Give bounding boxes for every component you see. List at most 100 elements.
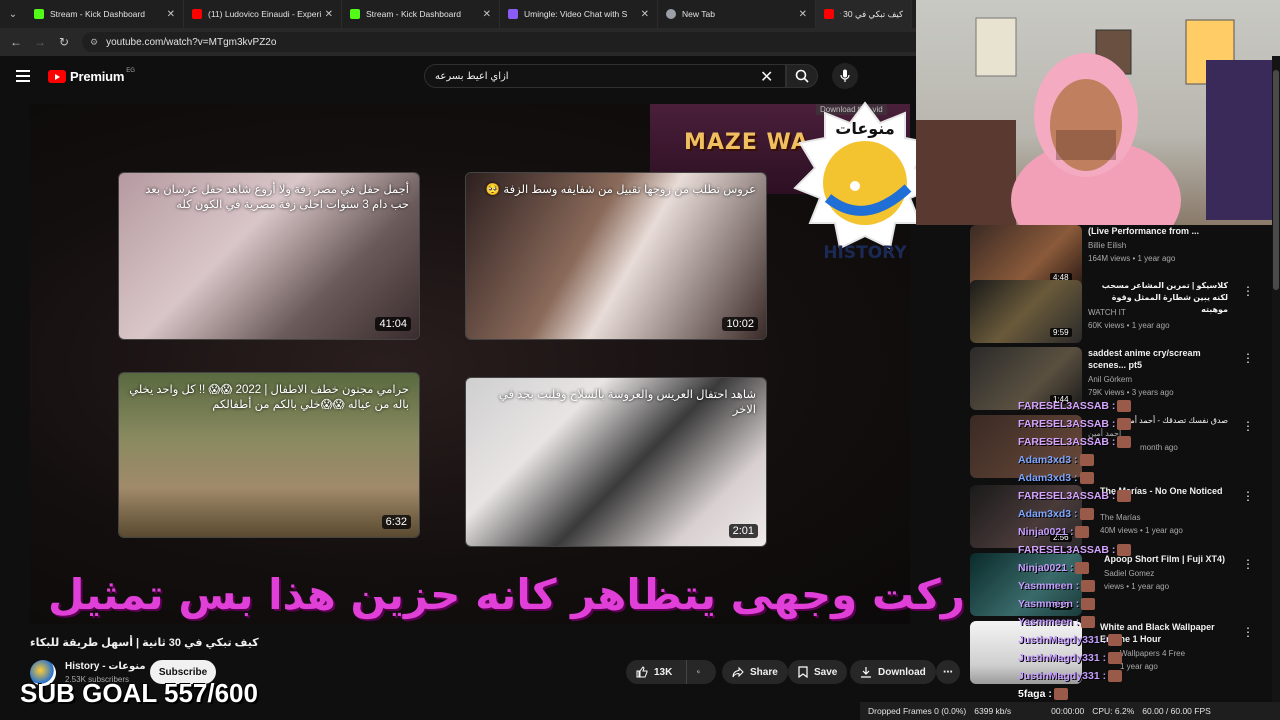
bitrate: 6399 kb/s <box>974 706 1012 716</box>
voice-search-button[interactable] <box>832 63 858 89</box>
more-vertical-icon[interactable]: ⋮ <box>1242 284 1254 298</box>
chat-username: FARESEL3ASSAB : <box>1018 400 1116 412</box>
search-button[interactable] <box>786 64 818 88</box>
close-tab-icon[interactable]: ✕ <box>641 9 649 20</box>
obs-status-bar: Dropped Frames 0 (0.0%) 6399 kb/s 00:00:… <box>860 702 1280 720</box>
more-vertical-icon[interactable]: ⋮ <box>1242 419 1254 433</box>
chat-message: Yasmmeen : <box>1018 598 1158 616</box>
back-arrow-icon[interactable]: ← <box>4 35 28 49</box>
chat-username: 5faga : <box>1018 688 1052 700</box>
chat-emote-icon <box>1117 544 1132 557</box>
chat-emote-icon <box>1075 562 1090 575</box>
clear-search-icon[interactable]: ✕ <box>760 67 773 87</box>
chat-username: Ninja0021 : <box>1018 526 1074 538</box>
chat-emote-icon <box>1117 400 1132 413</box>
chat-username: FARESEL3ASSAB : <box>1018 490 1116 502</box>
end-screen-video[interactable]: عروس تطلب من زوجها تقبيل من شفايفه وسط ا… <box>465 172 767 340</box>
search-input[interactable]: ازاي اعيط بسرعه <box>424 64 786 88</box>
chat-message: Yasmmeen : <box>1018 580 1158 598</box>
scrollbar-thumb[interactable] <box>1273 70 1279 290</box>
chat-username: Yasmmeen : <box>1018 616 1080 628</box>
chat-message: Adam3xd3 : <box>1018 472 1158 490</box>
browser-tab[interactable]: Stream - Kick Dashboard ✕ <box>26 0 184 28</box>
chat-emote-icon <box>1117 418 1132 431</box>
chat-emote-icon <box>1081 616 1096 629</box>
channel-name[interactable]: History - منوعات <box>65 661 146 672</box>
chat-message: JustinMagdy331 : <box>1018 634 1158 652</box>
chat-emote-icon <box>1108 652 1123 665</box>
browser-tab-active[interactable]: كيف تبكي في 30 ثانية <box>816 0 912 28</box>
chat-emote-icon <box>1108 634 1123 647</box>
chat-emote-icon <box>1108 670 1123 683</box>
address-bar[interactable]: ⚙ youtube.com/watch?v=MTgm3kvPZ2o <box>82 32 942 52</box>
youtube-favicon-icon <box>824 9 834 19</box>
chat-emote-icon <box>1081 598 1096 611</box>
video-player[interactable]: MAZE WA Download this vid أجمل حفل في مص… <box>30 104 910 624</box>
thumbs-down-icon <box>697 670 700 674</box>
chat-username: Yasmmeen : <box>1018 598 1080 610</box>
chat-message: FARESEL3ASSAB : <box>1018 436 1158 454</box>
end-screen-video[interactable]: شاهد احتفال العريس والعروسة بالسلاح وقلب… <box>465 377 767 547</box>
microphone-icon <box>840 69 850 82</box>
forward-arrow-icon[interactable]: → <box>28 35 52 49</box>
chat-emote-icon <box>1079 508 1094 521</box>
reload-icon[interactable]: ↻ <box>52 35 76 49</box>
chat-emote-icon <box>1079 472 1094 485</box>
end-screen-video[interactable]: حرامي مجنون خطف الاطفال | 2022 😱😱 !! كل … <box>118 372 420 538</box>
chat-emote-icon <box>1117 436 1132 449</box>
webcam-scene <box>916 17 1280 225</box>
youtube-play-icon <box>48 70 66 83</box>
close-tab-icon[interactable]: ✕ <box>799 9 807 20</box>
browser-tab[interactable]: (11) Ludovico Einaudi - Experie ✕ <box>184 0 342 28</box>
stream-chat-overlay: FARESEL3ASSAB : FARESEL3ASSAB : FARESEL3AS… <box>1018 400 1158 706</box>
more-vertical-icon[interactable]: ⋮ <box>1242 489 1254 503</box>
end-screen-video[interactable]: أجمل حفل في مصر زفة ولا أروع شاهد حفل عر… <box>118 172 420 340</box>
svg-text:HISTORY: HISTORY <box>823 243 907 263</box>
kick-favicon-icon <box>34 9 44 19</box>
chat-message: Ninja0021 : <box>1018 526 1158 544</box>
chat-username: Ninja0021 : <box>1018 562 1074 574</box>
share-button[interactable]: Share <box>722 660 788 684</box>
video-title: كيف تبكي في 30 ثانية | أسهل طريقة للبكاء <box>30 637 259 649</box>
share-arrow-icon <box>732 666 744 678</box>
menu-icon[interactable] <box>16 70 30 82</box>
close-tab-icon[interactable]: ✕ <box>325 9 333 20</box>
more-vertical-icon[interactable]: ⋮ <box>1242 625 1254 639</box>
download-button[interactable]: Download <box>850 660 936 684</box>
close-tab-icon[interactable]: ✕ <box>167 9 175 20</box>
kick-favicon-icon <box>350 9 360 19</box>
more-vertical-icon[interactable]: ⋮ <box>1242 351 1254 365</box>
svg-text:منوعات: منوعات <box>835 119 894 138</box>
umingle-favicon-icon <box>508 9 518 19</box>
chat-message: FARESEL3ASSAB : <box>1018 400 1158 418</box>
chat-message: Ninja0021 : <box>1018 562 1158 580</box>
recommended-video[interactable]: 9:59 كلاسيكو | تمرين المشاعر مسحب لكنه ي… <box>970 280 1260 346</box>
chat-emote-icon <box>1079 454 1094 467</box>
fps-readout: 60.00 / 60.00 FPS <box>1142 706 1211 716</box>
more-vertical-icon[interactable]: ⋮ <box>1242 557 1254 571</box>
youtube-logo[interactable]: Premium EG <box>48 68 135 84</box>
chat-username: FARESEL3ASSAB : <box>1018 418 1116 430</box>
chat-emote-icon <box>1053 688 1068 701</box>
chat-message: Yasmmeen : <box>1018 616 1158 634</box>
browser-tab[interactable]: Umingle: Video Chat with S ✕ <box>500 0 658 28</box>
bookmark-icon <box>798 666 808 678</box>
cpu-usage: CPU: 6.2% <box>1092 706 1135 716</box>
dislike-button[interactable] <box>686 660 716 684</box>
chat-username: Adam3xd3 : <box>1018 454 1078 466</box>
dropped-frames: Dropped Frames 0 (0.0%) <box>868 706 967 716</box>
screen: ⌄ Stream - Kick Dashboard ✕ (11) Ludovic… <box>0 0 1280 720</box>
chat-username: JustinMagdy331 : <box>1018 634 1107 646</box>
like-button[interactable]: 13K <box>626 660 686 684</box>
browser-tab[interactable]: New Tab ✕ <box>658 0 816 28</box>
chat-message: JustinMagdy331 : <box>1018 652 1158 670</box>
more-actions-button[interactable]: ⋯ <box>936 660 960 684</box>
save-button[interactable]: Save <box>788 660 848 684</box>
close-tab-icon[interactable]: ✕ <box>483 9 491 20</box>
site-settings-icon[interactable]: ⚙ <box>90 37 98 48</box>
chat-emote-icon <box>1075 526 1090 539</box>
recording-time: 00:00:00 <box>1051 706 1085 716</box>
browser-tab[interactable]: Stream - Kick Dashboard ✕ <box>342 0 500 28</box>
tab-search-chevron-icon[interactable]: ⌄ <box>0 0 26 28</box>
chat-username: FARESEL3ASSAB : <box>1018 544 1116 556</box>
